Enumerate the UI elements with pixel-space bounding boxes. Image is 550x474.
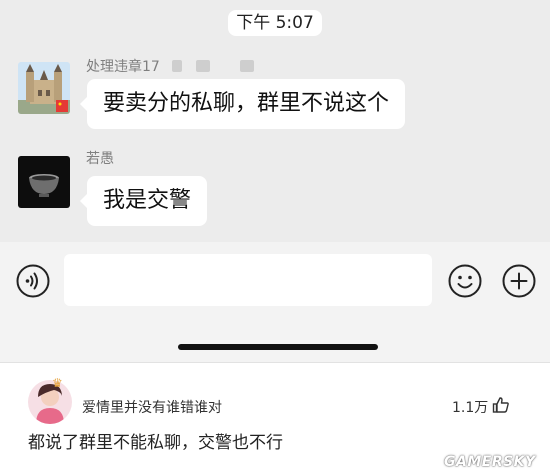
redacted-name-part xyxy=(196,60,210,72)
message-input[interactable] xyxy=(64,254,432,306)
message-text: 我是交警 xyxy=(103,188,192,213)
sender-name: 处理违章17 xyxy=(86,59,160,75)
thumbs-up-icon xyxy=(492,396,510,418)
like-button[interactable]: 1.1万 xyxy=(452,396,510,418)
input-bar xyxy=(0,242,550,362)
plus-icon[interactable] xyxy=(502,264,536,298)
chat-area: 下午 5:07 处理违章17 要卖分的私聊，群里不说这个 若愚 我是交警 xyxy=(0,0,550,242)
commenter-name[interactable]: 爱情里并没有谁错谁对 xyxy=(82,397,222,417)
divider xyxy=(0,362,550,363)
message-bubble[interactable]: 要卖分的私聊，群里不说这个 xyxy=(79,79,406,129)
emoji-icon[interactable] xyxy=(448,264,482,298)
watermark: GAMERSKY xyxy=(444,454,536,470)
castle-avatar-icon[interactable] xyxy=(18,62,70,114)
comment-text: 都说了群里不能私聊，交警也不行 xyxy=(28,433,283,453)
redacted-name-part xyxy=(240,60,254,72)
timestamp: 下午 5:07 xyxy=(228,10,322,36)
home-indicator[interactable] xyxy=(178,344,378,350)
message-text: 要卖分的私聊，群里不说这个 xyxy=(103,91,390,116)
sender-name: 若愚 xyxy=(86,151,114,167)
message-bubble[interactable]: 我是交警 xyxy=(79,176,208,226)
crown-icon: ♛ xyxy=(52,376,63,390)
voice-icon[interactable] xyxy=(16,264,50,298)
bowl-avatar-icon[interactable] xyxy=(18,156,70,208)
commenter-avatar-icon[interactable] xyxy=(28,380,72,424)
redacted-name-part xyxy=(172,60,182,72)
like-count: 1.1万 xyxy=(452,400,489,416)
